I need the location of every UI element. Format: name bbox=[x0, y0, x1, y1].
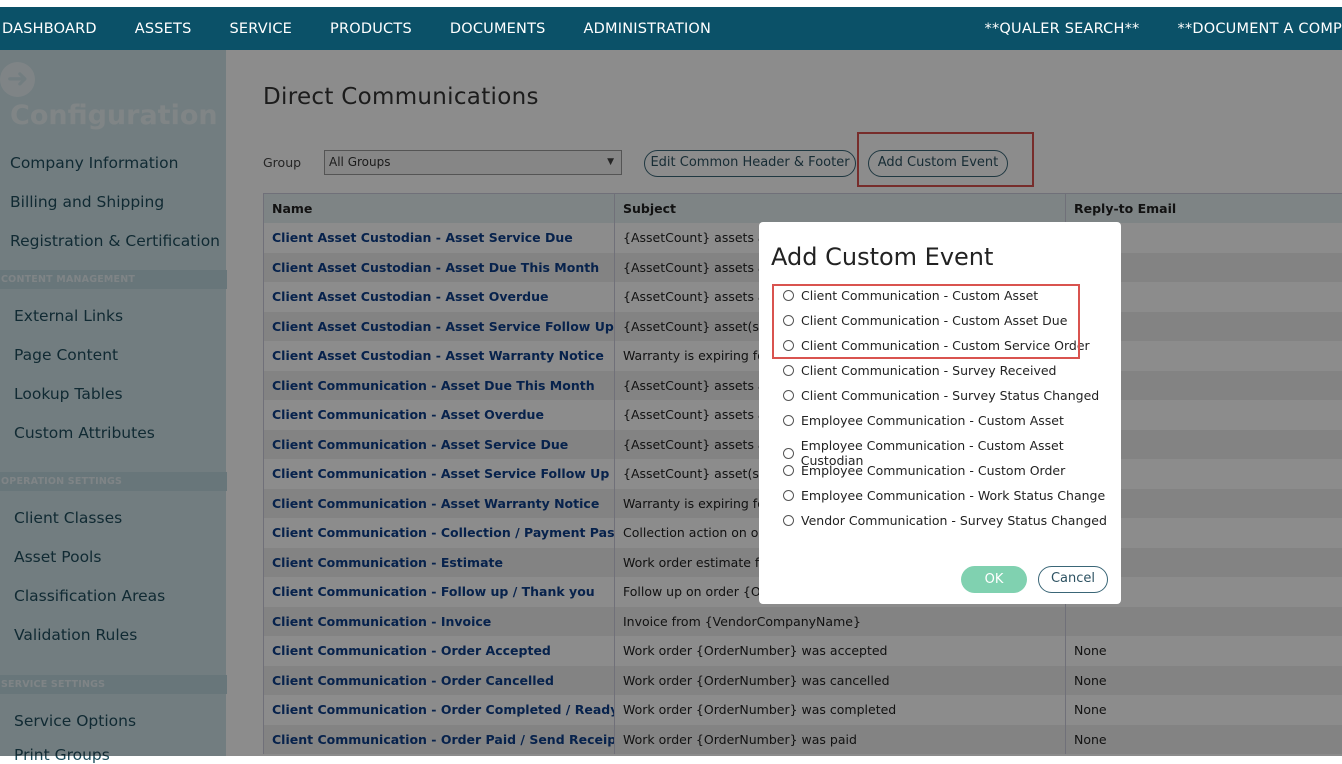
event-option-label: Client Communication - Survey Status Cha… bbox=[801, 388, 1099, 403]
top-navigation: DASHBOARD ASSETS SERVICE PRODUCTS DOCUME… bbox=[0, 7, 1342, 50]
nav-qualer-search[interactable]: **QUALER SEARCH** bbox=[985, 21, 1140, 37]
event-option-label: Vendor Communication - Survey Status Cha… bbox=[801, 513, 1107, 528]
radio-button[interactable] bbox=[783, 490, 794, 501]
radio-button[interactable] bbox=[783, 448, 794, 459]
event-option[interactable]: Client Communication - Survey Status Cha… bbox=[783, 388, 1099, 403]
event-option[interactable]: Employee Communication - Custom Order bbox=[783, 463, 1065, 478]
modal-overlay bbox=[0, 50, 1342, 756]
add-custom-event-dialog: Add Custom Event Client Communication - … bbox=[759, 222, 1121, 604]
event-option[interactable]: Client Communication - Survey Received bbox=[783, 363, 1056, 378]
nav-products[interactable]: PRODUCTS bbox=[330, 21, 412, 37]
radio-button[interactable] bbox=[783, 365, 794, 376]
nav-administration[interactable]: ADMINISTRATION bbox=[584, 21, 712, 37]
nav-service[interactable]: SERVICE bbox=[230, 21, 293, 37]
event-option-label: Employee Communication - Work Status Cha… bbox=[801, 488, 1105, 503]
radio-button[interactable] bbox=[783, 415, 794, 426]
event-option-label: Client Communication - Survey Received bbox=[801, 363, 1056, 378]
ok-button[interactable]: OK bbox=[961, 566, 1027, 593]
event-option[interactable]: Employee Communication - Custom Asset bbox=[783, 413, 1064, 428]
event-option[interactable]: Employee Communication - Work Status Cha… bbox=[783, 488, 1105, 503]
highlight-box-client-options bbox=[772, 284, 1080, 359]
nav-assets[interactable]: ASSETS bbox=[135, 21, 192, 37]
nav-documents[interactable]: DOCUMENTS bbox=[450, 21, 546, 37]
radio-button[interactable] bbox=[783, 465, 794, 476]
event-option[interactable]: Vendor Communication - Survey Status Cha… bbox=[783, 513, 1107, 528]
top-strip bbox=[0, 0, 1342, 7]
event-option-label: Employee Communication - Custom Order bbox=[801, 463, 1065, 478]
event-option-label: Employee Communication - Custom Asset bbox=[801, 413, 1064, 428]
radio-button[interactable] bbox=[783, 390, 794, 401]
dialog-title: Add Custom Event bbox=[771, 243, 993, 271]
nav-dashboard[interactable]: DASHBOARD bbox=[2, 21, 97, 37]
cancel-button[interactable]: Cancel bbox=[1038, 566, 1108, 593]
nav-document-a-company[interactable]: **DOCUMENT A COMP bbox=[1177, 21, 1342, 37]
radio-button[interactable] bbox=[783, 515, 794, 526]
